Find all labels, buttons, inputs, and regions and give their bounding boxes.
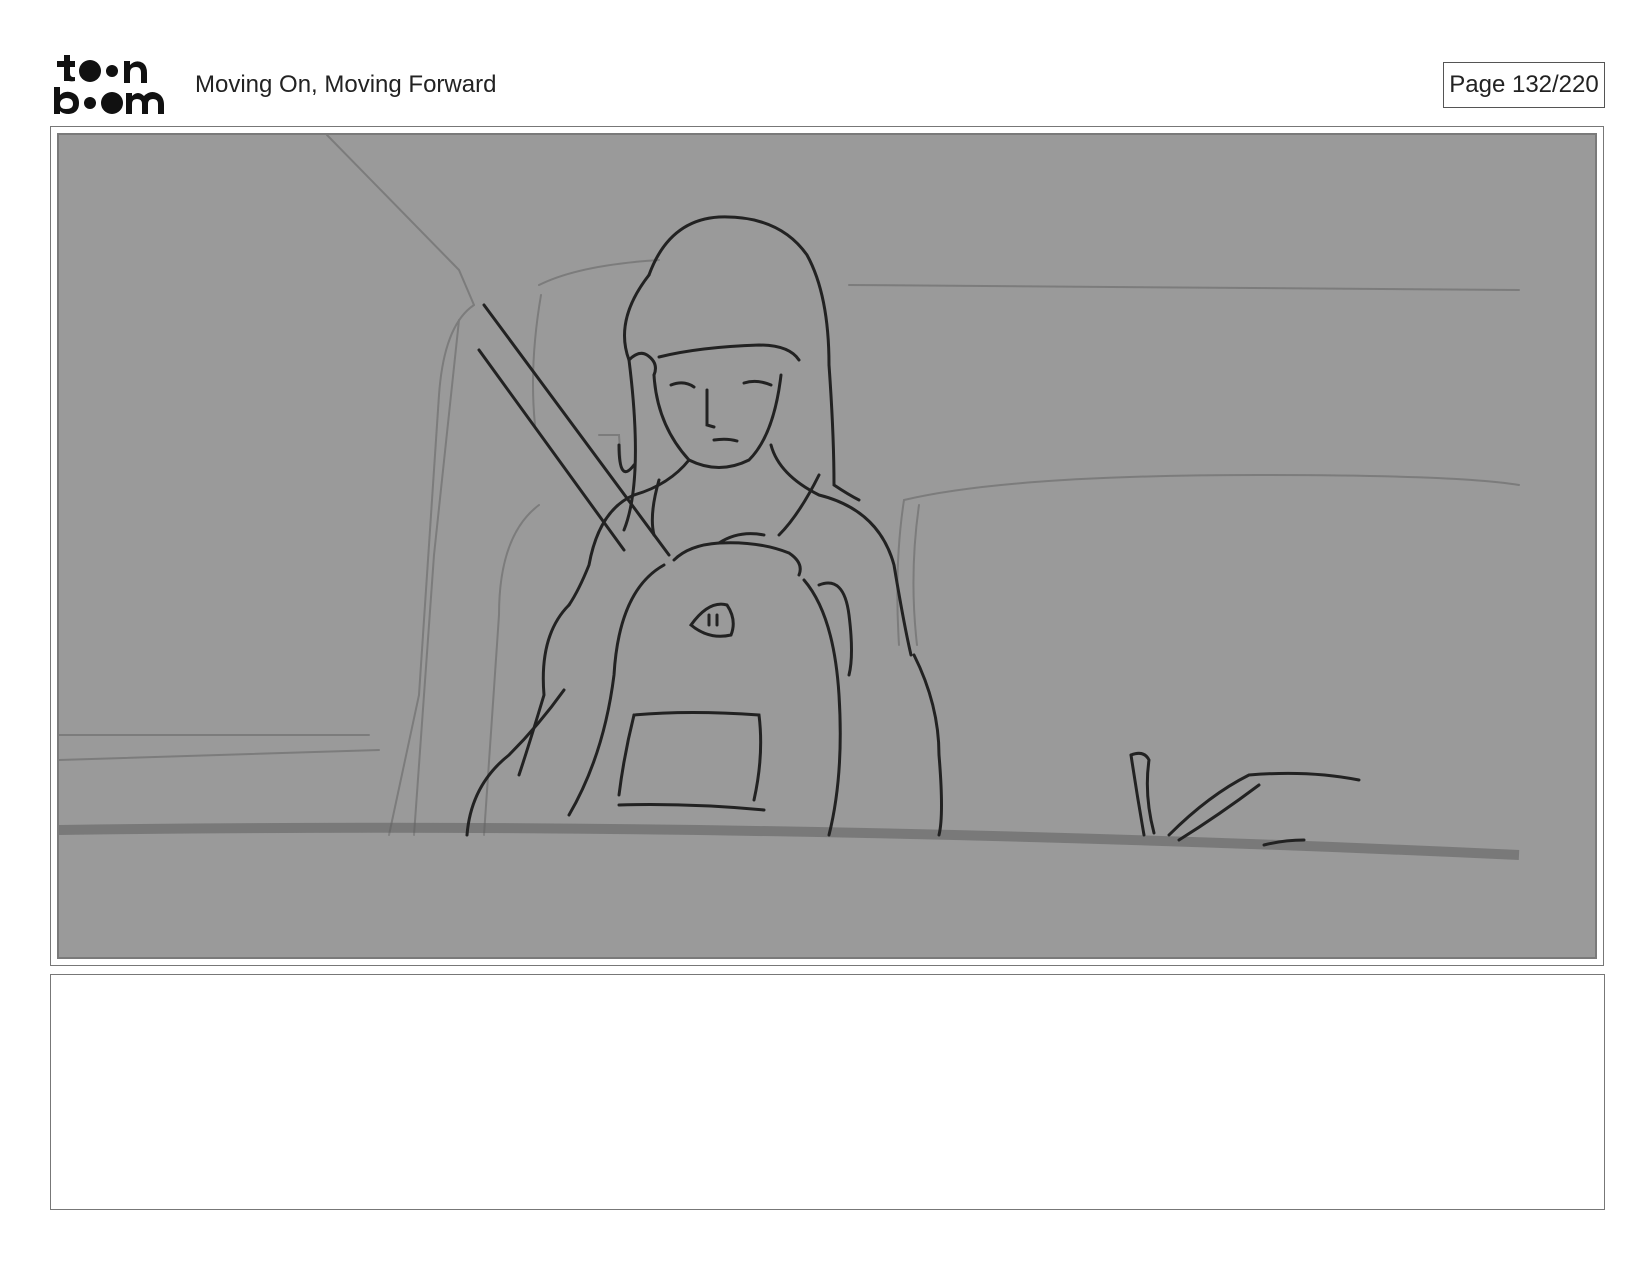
page-number: Page 132/220: [1443, 62, 1605, 108]
document-title: Moving On, Moving Forward: [195, 71, 497, 98]
storyboard-panel: [50, 126, 1604, 966]
panel-notes: [50, 974, 1605, 1210]
sketch-drawing: [59, 135, 1595, 957]
panel-image: [57, 133, 1597, 959]
page-header: Moving On, Moving Forward Page 132/220: [0, 0, 1650, 120]
toon-boom-logo: [54, 55, 164, 114]
